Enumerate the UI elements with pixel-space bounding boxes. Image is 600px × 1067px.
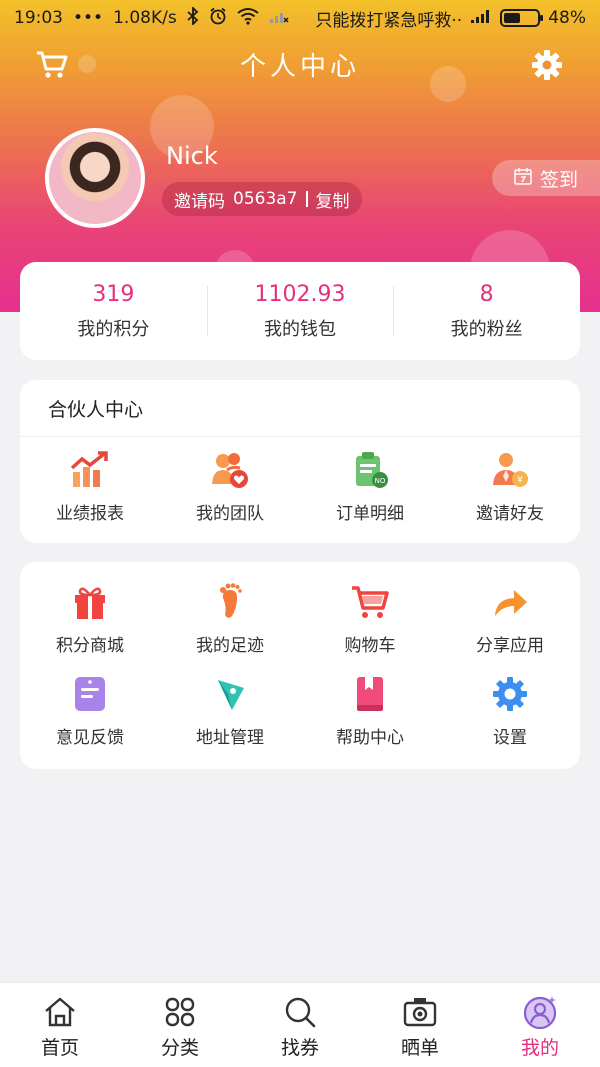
order-details-item[interactable]: NO 订单明细	[300, 450, 440, 524]
item-label: 购物车	[344, 636, 396, 656]
wifi-icon	[237, 7, 259, 30]
invite-code-value: 0563a7	[233, 189, 298, 209]
order-icon: NO	[350, 450, 390, 490]
tab-mine[interactable]: 我的	[480, 983, 600, 1067]
status-dots: •••	[73, 8, 104, 28]
invite-code-pill: 邀请码 0563a7 复制	[162, 182, 362, 216]
item-label: 我的团队	[196, 504, 264, 524]
item-label: 邀请好友	[476, 504, 544, 524]
signal-icon	[470, 8, 492, 29]
status-time: 19:03	[14, 8, 63, 28]
stat-label: 我的钱包	[264, 318, 336, 340]
profile-icon	[523, 995, 557, 1030]
team-icon	[210, 450, 250, 490]
address-management-item[interactable]: 地址管理	[160, 674, 300, 748]
tab-category[interactable]: 分类	[120, 983, 240, 1067]
my-footprint-item[interactable]: 我的足迹	[160, 582, 300, 656]
invite-icon: ¥	[490, 450, 530, 490]
shopping-cart-item[interactable]: 购物车	[300, 582, 440, 656]
shopping-cart-icon	[350, 582, 390, 622]
item-label: 帮助中心	[336, 728, 404, 748]
tab-home[interactable]: 首页	[0, 983, 120, 1067]
search-icon	[283, 995, 317, 1029]
battery-icon	[500, 9, 544, 27]
status-bar: 19:03 ••• 1.08K/s 只能拨打紧急呼救·· 48%	[0, 0, 600, 36]
feedback-item[interactable]: 意见反馈	[20, 674, 160, 748]
tab-coupons[interactable]: 找券	[240, 983, 360, 1067]
item-label: 业绩报表	[56, 504, 124, 524]
stat-points[interactable]: 319 我的积分	[20, 282, 207, 341]
tab-showcase[interactable]: 晒单	[360, 983, 480, 1067]
feedback-icon	[70, 674, 110, 714]
alarm-icon	[209, 7, 227, 30]
settings-item[interactable]: 设置	[440, 674, 580, 748]
home-icon	[43, 995, 77, 1029]
performance-report-item[interactable]: 业绩报表	[20, 450, 160, 524]
divider	[305, 191, 308, 207]
partner-center-card: 合伙人中心 业绩报表 我的团队 NO 订单明细 ¥ 邀请好友	[20, 380, 580, 543]
bluetooth-icon	[187, 5, 199, 30]
chart-icon	[70, 450, 110, 490]
category-icon	[163, 995, 197, 1029]
tab-label: 分类	[160, 1037, 199, 1059]
camera-icon	[403, 995, 437, 1029]
stat-label: 我的积分	[77, 318, 150, 340]
top-bar: 个人中心	[0, 36, 600, 92]
stat-value: 1102.93	[254, 281, 346, 307]
tools-card: 积分商城 我的足迹 购物车 分享应用 意见反馈 地址管理 帮助中心 设置	[20, 562, 580, 769]
carrier-text: 只能拨打紧急呼救··	[315, 10, 463, 31]
help-book-icon	[350, 674, 390, 714]
stat-wallet[interactable]: 1102.93 我的钱包	[206, 281, 394, 341]
item-label: 设置	[493, 728, 527, 748]
bottom-tab-bar: 首页 分类 找券 晒单 我的	[0, 982, 600, 1067]
share-app-item[interactable]: 分享应用	[440, 582, 580, 656]
item-label: 订单明细	[336, 504, 404, 524]
stats-card: 319 我的积分 1102.93 我的钱包 8 我的粉丝	[20, 262, 580, 360]
my-team-item[interactable]: 我的团队	[160, 450, 300, 524]
tab-label: 找券	[280, 1037, 319, 1059]
page-title: 个人中心	[239, 52, 360, 82]
address-icon	[210, 674, 250, 714]
gift-icon	[70, 582, 110, 622]
item-label: 地址管理	[196, 728, 264, 748]
item-label: 积分商城	[56, 636, 124, 656]
stat-fans[interactable]: 8 我的粉丝	[393, 282, 580, 341]
help-center-item[interactable]: 帮助中心	[300, 674, 440, 748]
network-speed: 1.08K/s	[113, 8, 177, 28]
invite-code-label: 邀请码	[174, 191, 225, 212]
share-icon	[490, 582, 530, 622]
stat-value: 8	[479, 281, 494, 307]
checkin-label: 签到	[540, 168, 579, 191]
svg-text:¥: ¥	[517, 476, 523, 486]
item-label: 分享应用	[476, 636, 544, 656]
stat-label: 我的粉丝	[450, 318, 523, 340]
calendar-icon	[514, 167, 532, 190]
battery-percent: 48%	[548, 8, 586, 28]
svg-text:NO: NO	[375, 477, 386, 485]
copy-button[interactable]: 复制	[316, 187, 350, 212]
section-title: 合伙人中心	[20, 380, 580, 437]
footprint-icon	[210, 582, 250, 622]
tab-label: 晒单	[400, 1037, 439, 1059]
gear-icon[interactable]	[530, 48, 564, 82]
tab-label: 我的	[520, 1037, 559, 1059]
avatar[interactable]	[45, 128, 145, 228]
invite-friends-item[interactable]: ¥ 邀请好友	[440, 450, 580, 524]
item-label: 意见反馈	[56, 728, 124, 748]
checkin-button[interactable]: 签到	[492, 160, 600, 196]
settings-icon	[490, 674, 530, 714]
signal-off-icon	[269, 8, 289, 29]
user-name: Nick	[166, 142, 218, 170]
points-mall-item[interactable]: 积分商城	[20, 582, 160, 656]
item-label: 我的足迹	[196, 636, 264, 656]
stat-value: 319	[92, 281, 135, 307]
tab-label: 首页	[40, 1037, 79, 1059]
